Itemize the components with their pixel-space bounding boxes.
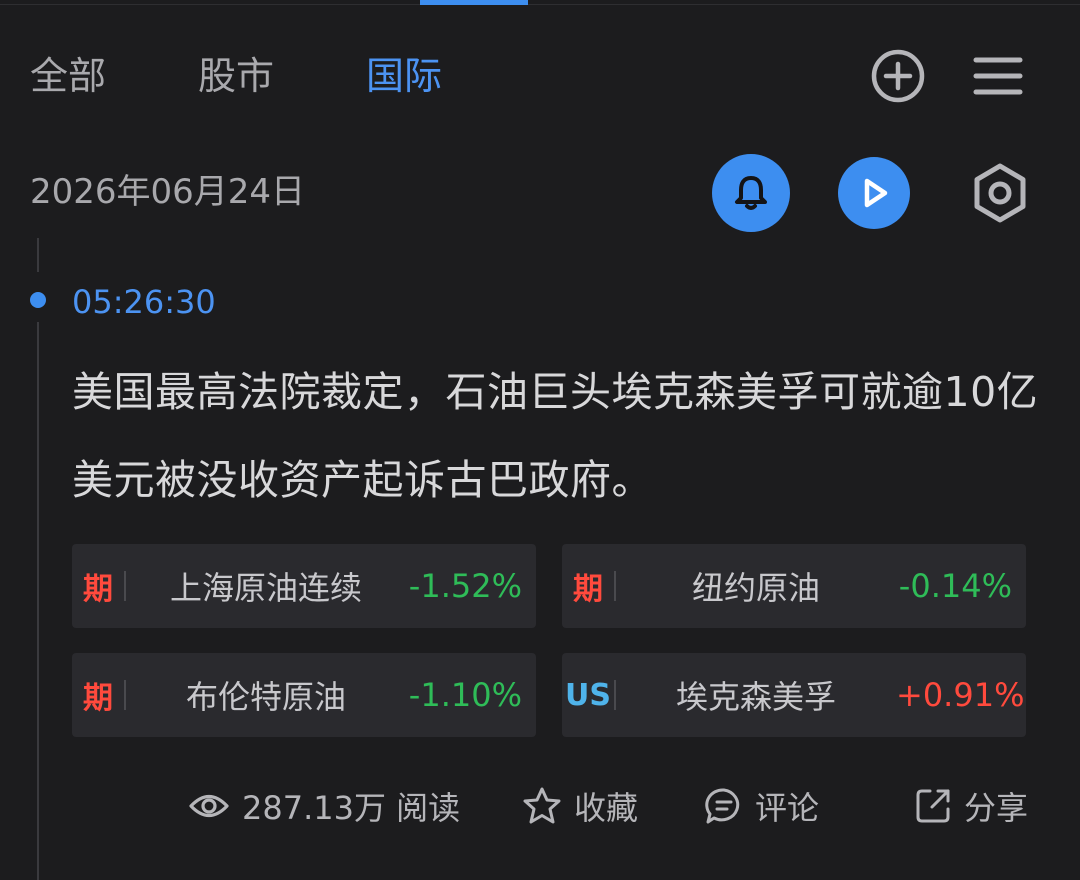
views-text: 287.13万 阅读: [242, 789, 461, 827]
comment-label: 评论: [755, 789, 820, 827]
quote-name: 布伦特原油: [185, 678, 346, 716]
eye-icon: [189, 794, 229, 818]
views-count: 287.13万 阅读: [188, 778, 460, 834]
tab-international[interactable]: 国际: [366, 44, 442, 108]
tab-all[interactable]: 全部: [30, 44, 106, 108]
futures-badge: 期: [83, 681, 113, 716]
futures-badge: 期: [83, 572, 113, 607]
favorite-button[interactable]: 收藏: [522, 778, 638, 834]
top-divider: [0, 4, 1080, 5]
category-tabs: 全部 股市 国际: [30, 44, 534, 108]
us-stock-badge: US: [565, 677, 611, 713]
quote-name: 上海原油连续: [169, 569, 362, 607]
quote-card-nymex-crude[interactable]: 期 纽约原油 -0.14%: [562, 544, 1026, 628]
quote-change: -1.52%: [408, 567, 522, 605]
share-icon: [916, 789, 950, 823]
add-circle-icon[interactable]: [868, 46, 928, 106]
quote-name: 埃克森美孚: [675, 678, 836, 716]
news-footer: 287.13万 阅读 收藏 评论 分享: [0, 778, 1080, 834]
comment-icon: [705, 788, 740, 824]
timeline-dot: [30, 292, 46, 308]
comment-button[interactable]: 评论: [705, 778, 819, 834]
news-time: 05:26:30: [72, 283, 216, 321]
play-icon[interactable]: [838, 157, 910, 229]
menu-icon[interactable]: [968, 46, 1028, 106]
action-icons: [712, 154, 1036, 232]
quote-card-exxonmobil[interactable]: US 埃克森美孚 +0.91%: [562, 653, 1026, 737]
quote-change: -1.10%: [408, 676, 522, 714]
bell-icon[interactable]: [712, 154, 790, 232]
quote-card-brent-crude[interactable]: 期 布伦特原油 -1.10%: [72, 653, 536, 737]
star-icon: [523, 787, 561, 824]
tab-stock-market[interactable]: 股市: [198, 44, 274, 108]
quote-change: +0.91%: [896, 676, 1025, 714]
news-headline[interactable]: 美国最高法院裁定，石油巨头埃克森美孚可就逾10亿美元被没收资产起诉古巴政府。: [72, 348, 1047, 524]
top-icons: [868, 46, 1028, 106]
hexagon-settings-icon[interactable]: [964, 157, 1036, 229]
tab-indicator: [420, 0, 528, 5]
favorite-label: 收藏: [574, 789, 639, 827]
quote-change: -0.14%: [898, 567, 1012, 605]
quote-name: 纽约原油: [691, 569, 820, 607]
share-button[interactable]: 分享: [914, 778, 1028, 834]
news-date: 2026年06月24日: [30, 172, 306, 212]
share-label: 分享: [964, 789, 1029, 827]
quote-card-shanghai-crude[interactable]: 期 上海原油连续 -1.52%: [72, 544, 536, 628]
futures-badge: 期: [573, 572, 603, 607]
